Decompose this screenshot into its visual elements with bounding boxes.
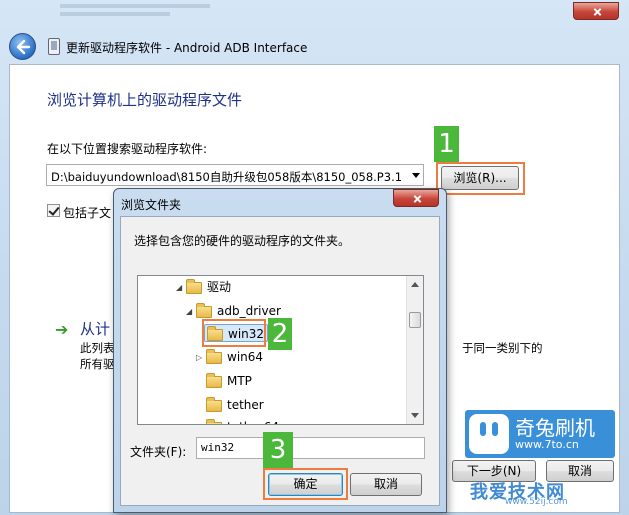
tree-item-label: win64 (227, 350, 264, 364)
bunny-logo-icon (469, 414, 509, 454)
highlight-box-win32 (202, 319, 266, 347)
dialog-title: 浏览文件夹 (121, 198, 182, 212)
tree-item-tether64[interactable]: tether64 (196, 418, 279, 424)
background-window-text (60, 0, 360, 22)
tree-item-label: tether64 (227, 420, 279, 424)
pick-from-list-desc-right: 于同一类别下的 (462, 341, 543, 355)
search-location-label: 在以下位置搜索驱动程序软件: (47, 142, 208, 156)
tree-item-mtp[interactable]: MTP (196, 372, 252, 390)
folder-input[interactable]: win32 (196, 437, 425, 459)
green-arrow-icon: ➔ (55, 320, 69, 339)
pick-from-list-link[interactable]: 从计 (80, 318, 110, 339)
folder-field-label: 文件夹(F): (130, 445, 187, 459)
dialog-cancel-button[interactable]: 取消 (350, 473, 422, 496)
tree-item-tether[interactable]: tether (196, 396, 264, 414)
device-icon (48, 38, 60, 55)
watermark-bottom-url: www.52ij.com (505, 497, 568, 507)
page-heading: 浏览计算机上的驱动程序文件 (47, 91, 243, 109)
pick-from-list-desc-line2: 所有驱 (80, 357, 115, 371)
expanded-arrow-icon[interactable]: ◢ (176, 279, 186, 297)
chevron-down-icon[interactable] (412, 173, 420, 178)
highlight-box-browse (436, 162, 525, 195)
watermark-brand: 奇兔刷机 (515, 416, 595, 440)
scroll-down-icon[interactable] (411, 413, 419, 418)
step-badge-2: 2 (268, 318, 292, 350)
folder-tree[interactable]: ◢ 驱动 ◢ adb_driver win32 ▷ win64 MTP tether … (137, 275, 424, 425)
tree-item-label: tether (227, 398, 264, 412)
back-button[interactable] (9, 33, 36, 60)
watermark-logo: 奇兔刷机 www.7to.cn (465, 410, 615, 458)
dialog-close-button[interactable] (393, 189, 439, 207)
folder-input-value: win32 (201, 441, 235, 454)
tree-item-label: MTP (227, 374, 252, 388)
tree-item-label: 驱动 (207, 280, 232, 294)
tree-item-qudong[interactable]: ◢ 驱动 (176, 278, 231, 296)
folder-icon (206, 396, 222, 412)
back-arrow-icon (16, 39, 31, 55)
highlight-box-ok (263, 468, 348, 500)
window-close-button[interactable] (573, 2, 619, 20)
tree-item-win64[interactable]: ▷ win64 (196, 348, 263, 366)
pick-from-list-desc-line1: 此列表 (80, 341, 115, 355)
folder-icon (186, 278, 202, 294)
expanded-arrow-icon[interactable]: ◢ (186, 303, 196, 321)
tree-item-label: adb_driver (217, 304, 281, 318)
window-title: 更新驱动程序软件 - Android ADB Interface (66, 41, 308, 55)
path-value: D:\baiduyundownload\8150自助升级包058版本\8150_… (51, 170, 401, 184)
collapsed-arrow-icon[interactable]: ▷ (196, 349, 206, 367)
scroll-up-icon[interactable] (411, 282, 419, 287)
folder-icon (206, 348, 222, 364)
folder-icon (206, 418, 222, 424)
step-badge-3: 3 (263, 432, 293, 468)
include-subfolders-checkbox[interactable] (47, 204, 60, 217)
include-subfolders-label: 包括子文 (63, 206, 112, 220)
step-badge-1: 1 (434, 126, 459, 162)
folder-icon (196, 302, 212, 318)
tree-item-adb-driver[interactable]: ◢ adb_driver (186, 302, 281, 320)
folder-icon (206, 372, 222, 388)
scroll-thumb[interactable] (409, 312, 421, 328)
tree-scrollbar[interactable] (406, 276, 423, 424)
watermark-url: www.7to.cn (515, 438, 579, 451)
path-combobox[interactable]: D:\baiduyundownload\8150自助升级包058版本\8150_… (46, 164, 424, 186)
dialog-instruction: 选择包含您的硬件的驱动程序的文件夹。 (134, 234, 351, 248)
